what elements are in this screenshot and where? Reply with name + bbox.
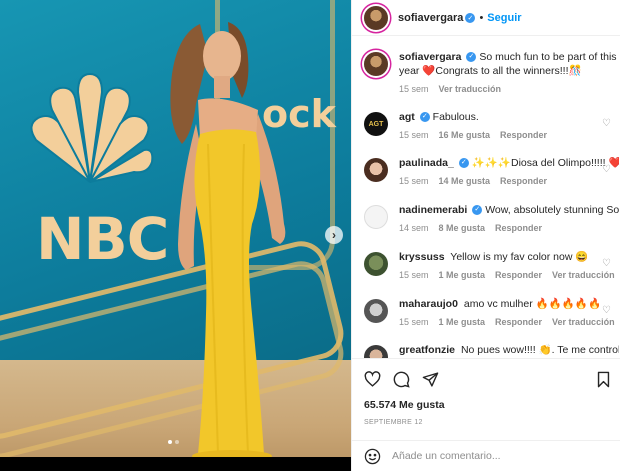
see-translation-link[interactable]: Ver traducción	[552, 317, 615, 327]
comment-time[interactable]: 15 sem	[399, 270, 429, 280]
comment-time[interactable]: 15 sem	[399, 84, 429, 94]
commenter-avatar[interactable]	[364, 252, 388, 276]
comment-like-heart-icon[interactable]: ♡	[602, 118, 611, 129]
commenter-avatar[interactable]: AGT	[364, 112, 388, 136]
comment-item: kryssuss Yellow is my fav color now 😄 15…	[364, 250, 620, 280]
comment-item: paulinada_ ✓ ✨✨✨Diosa del Olimpo!!!!! ❤️ …	[364, 156, 620, 186]
comment-likes[interactable]: 1 Me gusta	[439, 317, 486, 327]
send-icon[interactable]	[422, 371, 439, 388]
comment-username[interactable]: maharaujo0	[399, 298, 458, 310]
comment-text: Wow, absolutely stunning Sofia!	[485, 204, 619, 216]
carousel-dot-active	[168, 440, 172, 444]
reply-button[interactable]: Responder	[500, 130, 547, 140]
comment-like-heart-icon[interactable]: ♡	[602, 164, 611, 175]
comment-likes[interactable]: 1 Me gusta	[439, 270, 486, 280]
comment-likes[interactable]: 14 Me gusta	[439, 176, 491, 186]
photo-bottom-strip	[0, 457, 351, 471]
comment-username[interactable]: greatfonzie	[399, 344, 455, 356]
verified-badge-icon: ✓	[419, 112, 430, 123]
emoji-icon[interactable]	[364, 448, 381, 465]
reply-button[interactable]: Responder	[500, 176, 547, 186]
commenter-avatar[interactable]	[364, 299, 388, 323]
comment-text: Fabulous.	[432, 111, 479, 123]
verified-badge-icon: ✓	[472, 205, 483, 216]
comment-text: Yellow is my fav color now 😄	[450, 251, 589, 263]
author-username[interactable]: sofiavergara	[398, 12, 463, 24]
author-avatar[interactable]	[364, 5, 388, 30]
reply-button[interactable]: Responder	[495, 270, 542, 280]
comment-item: nadinemerabi ✓ Wow, absolutely stunning S…	[364, 203, 620, 233]
carousel-indicator	[168, 440, 179, 444]
add-comment-input[interactable]	[392, 450, 582, 462]
post-sidebar: sofiavergara ✓ • Seguir sofiavergara ✓ So…	[351, 0, 620, 471]
verified-badge-icon: ✓	[465, 12, 476, 23]
verified-badge-icon: ✓	[458, 158, 469, 169]
post-actions: 65.574 Me gusta SEPTIEMBRE 12	[352, 358, 620, 438]
comment-like-heart-icon[interactable]: ♡	[602, 305, 611, 316]
comment-time[interactable]: 14 sem	[399, 223, 429, 233]
likes-count[interactable]: 65.574 Me gusta	[364, 399, 445, 411]
header-separator: •	[479, 11, 484, 24]
comment-icon[interactable]	[393, 371, 410, 388]
nbc-peacock-logo	[30, 72, 154, 183]
reply-button[interactable]: Responder	[495, 317, 542, 327]
comment-item: greatfonzie No pues wow!!!! 👏. Te me con…	[364, 343, 620, 358]
author-avatar[interactable]	[364, 52, 388, 76]
follow-button[interactable]: Seguir	[487, 12, 521, 24]
comment-username[interactable]: kryssuss	[399, 251, 445, 263]
reply-button[interactable]: Responder	[495, 223, 542, 233]
post-photo[interactable]: NBC ock ›	[0, 0, 351, 471]
comment-text: ✨✨✨Diosa del Olimpo!!!!! ❤️	[471, 157, 619, 169]
commenter-avatar[interactable]	[364, 205, 388, 229]
comments-list[interactable]: sofiavergara ✓ So much fun to be part of …	[352, 36, 620, 358]
photo-subject-woman	[170, 22, 286, 462]
comment-username[interactable]: paulinada_	[399, 157, 454, 169]
heart-icon[interactable]	[364, 371, 381, 388]
comment-username[interactable]: nadinemerabi	[399, 204, 467, 216]
comment-time[interactable]: 15 sem	[399, 317, 429, 327]
bookmark-icon[interactable]	[596, 371, 611, 388]
see-translation-link[interactable]: Ver traducción	[552, 270, 615, 280]
comment-username[interactable]: sofiavergara	[399, 51, 461, 63]
comment-time[interactable]: 15 sem	[399, 176, 429, 186]
chevron-right-icon: ›	[332, 228, 336, 242]
comment-likes[interactable]: 8 Me gusta	[439, 223, 486, 233]
comment-item: maharaujo0 amo vc mulher 🔥🔥🔥🔥🔥 15 sem 1 …	[364, 297, 620, 327]
add-comment-bar	[352, 440, 620, 471]
comment-item: AGT agt ✓ Fabulous. 15 sem 16 Me gusta Re…	[364, 110, 620, 140]
caption: sofiavergara ✓ So much fun to be part of …	[364, 50, 620, 94]
comment-text: amo vc mulher 🔥🔥🔥🔥🔥	[463, 298, 602, 310]
post-header: sofiavergara ✓ • Seguir	[352, 0, 620, 36]
carousel-next-button[interactable]: ›	[325, 226, 343, 244]
see-translation-link[interactable]: Ver traducción	[439, 84, 502, 94]
comment-text: No pues wow!!!! 👏. Te me controlas	[460, 344, 619, 356]
verified-badge-icon: ✓	[466, 52, 477, 63]
comment-time[interactable]: 15 sem	[399, 130, 429, 140]
comment-like-heart-icon[interactable]: ♡	[602, 258, 611, 269]
carousel-dot	[175, 440, 179, 444]
comment-username[interactable]: agt	[399, 111, 415, 123]
comment-likes[interactable]: 16 Me gusta	[439, 130, 491, 140]
commenter-avatar[interactable]	[364, 345, 388, 358]
commenter-avatar[interactable]	[364, 158, 388, 182]
post-date[interactable]: SEPTIEMBRE 12	[364, 419, 423, 426]
